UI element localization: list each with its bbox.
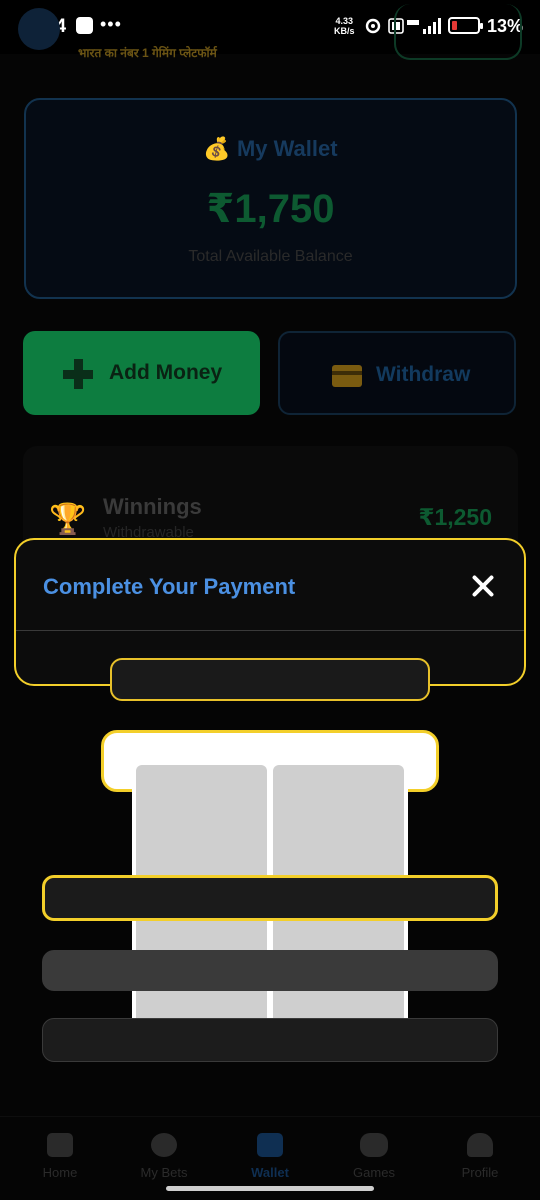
network-speed: 4.33 KB/s bbox=[334, 16, 355, 36]
wallet-icon bbox=[257, 1133, 283, 1157]
winnings-amount: ₹1,250 bbox=[418, 504, 492, 530]
home-icon bbox=[47, 1133, 73, 1157]
nav-label-my-bets: My Bets bbox=[140, 1165, 188, 1180]
header-tagline: भारत का नंबर 1 गेमिंग प्लेटफॉर्म bbox=[78, 46, 217, 60]
withdraw-button[interactable]: Withdraw bbox=[278, 331, 516, 415]
gamepad-icon bbox=[360, 1133, 388, 1157]
gesture-home-bar[interactable] bbox=[166, 1186, 374, 1191]
network-speed-unit: KB/s bbox=[334, 26, 355, 36]
nav-item-profile[interactable]: Profile bbox=[426, 1133, 534, 1180]
more-notifications-icon: ••• bbox=[100, 14, 122, 34]
nav-item-wallet[interactable]: Wallet bbox=[216, 1133, 324, 1180]
list-icon bbox=[151, 1133, 177, 1157]
hotspot-icon bbox=[365, 18, 381, 34]
payment-amount-placeholder bbox=[110, 658, 430, 701]
notification-icon bbox=[76, 17, 93, 34]
nav-label-games: Games bbox=[353, 1165, 395, 1180]
header-action-button[interactable] bbox=[394, 4, 522, 60]
wallet-balance-label: Total Available Balance bbox=[188, 248, 353, 265]
wallet-title-text: My Wallet bbox=[236, 136, 338, 161]
withdraw-label: Withdraw bbox=[376, 363, 471, 386]
user-icon bbox=[467, 1133, 493, 1157]
credit-card-icon bbox=[332, 365, 362, 387]
payment-button-placeholder[interactable] bbox=[42, 950, 498, 991]
plus-icon bbox=[63, 359, 93, 389]
trophy-icon: 🏆 bbox=[49, 503, 87, 536]
close-icon[interactable] bbox=[466, 570, 500, 604]
add-money-label: Add Money bbox=[109, 361, 223, 384]
nav-label-wallet: Wallet bbox=[251, 1165, 289, 1180]
add-money-button[interactable]: Add Money bbox=[23, 331, 260, 415]
payment-secondary-placeholder[interactable] bbox=[42, 1018, 498, 1062]
money-bag-icon: 💰 bbox=[203, 136, 231, 161]
nav-item-my-bets[interactable]: My Bets bbox=[110, 1133, 218, 1180]
winnings-title: Winnings bbox=[103, 494, 202, 519]
wallet-balance: ₹1,750 bbox=[206, 187, 335, 231]
wallet-title: 💰 My Wallet bbox=[26, 136, 515, 162]
nav-item-games[interactable]: Games bbox=[320, 1133, 428, 1180]
modal-title: Complete Your Payment bbox=[43, 574, 296, 599]
modal-divider bbox=[16, 630, 524, 631]
nav-item-home[interactable]: Home bbox=[6, 1133, 114, 1180]
app-logo bbox=[18, 8, 60, 50]
wallet-card: 💰 My Wallet ₹1,750 Total Available Balan… bbox=[24, 98, 517, 299]
nav-label-profile: Profile bbox=[461, 1165, 499, 1180]
payment-input-placeholder[interactable] bbox=[42, 875, 498, 921]
network-speed-value: 4.33 bbox=[335, 16, 354, 26]
nav-label-home: Home bbox=[42, 1165, 78, 1180]
